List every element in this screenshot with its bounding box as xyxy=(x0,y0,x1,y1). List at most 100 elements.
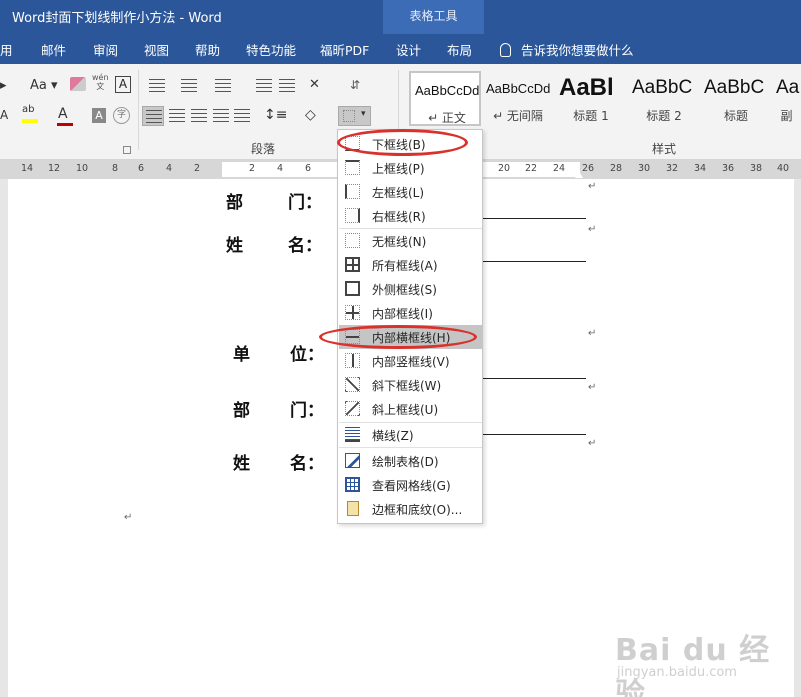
tab-foxit-pdf[interactable]: 福昕PDF xyxy=(320,40,369,59)
highlight-color-swatch xyxy=(22,119,38,123)
sort-icon[interactable]: ⇵ xyxy=(350,78,368,94)
tab-mailings[interactable]: 邮件 xyxy=(41,40,66,59)
menu-item-label: 外侧框线(S) xyxy=(372,283,437,297)
style-heading-1[interactable]: AaBl 标题 1 xyxy=(555,71,627,126)
multilevel-list-icon[interactable] xyxy=(212,78,231,94)
ruler-number: 28 xyxy=(610,163,623,174)
phonetic-guide-icon[interactable]: wén 文 xyxy=(92,73,109,91)
view-gridlines-icon xyxy=(345,477,360,492)
right-border-icon xyxy=(345,208,360,223)
paragraph-mark: ↵ xyxy=(588,328,597,339)
ruler-number: 12 xyxy=(48,163,61,174)
ruler-number: 6 xyxy=(305,163,312,174)
font-size-arrow[interactable]: ▸ xyxy=(0,78,7,93)
tab-help[interactable]: 帮助 xyxy=(195,40,220,59)
tell-me-box[interactable]: 告诉我你想要做什么 xyxy=(500,40,634,59)
style-normal[interactable]: AaBbCcDd ↵ 正文 xyxy=(409,71,481,126)
font-color-icon[interactable]: A xyxy=(58,106,68,122)
distributed-icon[interactable] xyxy=(233,109,251,125)
tab-references[interactable]: 用 xyxy=(0,40,13,59)
ruler-number: 4 xyxy=(166,163,173,174)
change-case-button[interactable]: Aa ▾ xyxy=(30,78,58,93)
inside-borders-icon xyxy=(345,305,360,320)
tab-view[interactable]: 视图 xyxy=(144,40,169,59)
menu-item-label: 查看网格线(G) xyxy=(372,479,451,493)
font-dialog-launcher-icon[interactable] xyxy=(123,146,131,154)
ruler-number: 32 xyxy=(666,163,679,174)
align-right-icon[interactable] xyxy=(190,109,208,125)
ruler-number: 8 xyxy=(112,163,119,174)
ruler-number: 26 xyxy=(582,163,595,174)
group-separator xyxy=(138,70,139,150)
style-sample: AaBl xyxy=(559,74,614,101)
tell-me-text: 告诉我你想要做什么 xyxy=(521,43,634,58)
top-border-icon xyxy=(345,160,360,175)
chinese-layout-icon[interactable]: ✕ xyxy=(309,77,327,93)
character-border-icon[interactable]: A xyxy=(115,76,131,93)
shading-icon[interactable]: ◇ xyxy=(305,107,323,123)
align-left-button[interactable] xyxy=(142,106,164,126)
numbering-icon[interactable] xyxy=(178,78,197,94)
decrease-indent-icon[interactable] xyxy=(254,78,272,94)
ruler-number: 2 xyxy=(249,163,256,174)
style-heading-2[interactable]: AaBbC 标题 2 xyxy=(628,71,700,126)
field-label-char: 位： xyxy=(290,345,324,365)
ruler-number: 40 xyxy=(777,163,790,174)
paragraph-mark: ↵ xyxy=(588,382,597,393)
text-effects-icon[interactable]: A xyxy=(0,108,8,122)
align-center-icon[interactable] xyxy=(168,109,186,125)
increase-indent-icon[interactable] xyxy=(277,78,295,94)
menu-item-label: 无框线(N) xyxy=(372,235,427,249)
menu-item-label: 横线(Z) xyxy=(372,429,414,443)
ruler-number: 36 xyxy=(722,163,735,174)
style-title[interactable]: AaBbC 标题 xyxy=(700,71,772,126)
enclose-characters-icon[interactable]: 字 xyxy=(113,107,130,124)
annotation-ellipse-bottom-border xyxy=(337,129,468,156)
menu-item-right-border[interactable]: 右框线(R) xyxy=(339,204,482,228)
tab-layout[interactable]: 布局 xyxy=(447,40,472,59)
tab-design[interactable]: 设计 xyxy=(396,40,421,59)
right-indent-marker[interactable] xyxy=(575,171,583,178)
tab-special-features[interactable]: 特色功能 xyxy=(246,40,296,59)
menu-item-all-borders[interactable]: 所有框线(A) xyxy=(339,253,482,277)
menu-item-diagonal-up-border[interactable]: 斜上框线(U) xyxy=(339,397,482,421)
menu-item-label: 上框线(P) xyxy=(372,162,425,176)
style-no-spacing[interactable]: AaBbCcDd ↵ 无间隔 xyxy=(482,71,554,126)
style-sample: AaBbC xyxy=(632,77,693,98)
field-label-char: 门： xyxy=(288,193,322,213)
menu-item-inside-vertical-border[interactable]: 内部竖框线(V) xyxy=(339,349,482,373)
justify-icon[interactable] xyxy=(212,109,230,125)
menu-item-no-border[interactable]: 无框线(N) xyxy=(339,229,482,253)
field-label-char: 部 xyxy=(226,193,243,213)
clear-formatting-icon[interactable] xyxy=(70,77,86,91)
menu-item-label: 绘制表格(D) xyxy=(372,455,439,469)
highlight-color-icon[interactable]: ab xyxy=(22,104,40,118)
style-sample: AaBbC xyxy=(704,77,765,98)
line-spacing-icon[interactable]: ↕≡ xyxy=(264,107,287,123)
menu-item-horizontal-line[interactable]: 横线(Z) xyxy=(339,423,482,447)
draw-table-icon xyxy=(345,453,360,468)
underline-field xyxy=(482,434,586,435)
field-label-char: 姓 xyxy=(226,236,243,256)
menu-item-view-gridlines[interactable]: 查看网格线(G) xyxy=(339,473,482,497)
tab-review[interactable]: 审阅 xyxy=(93,40,118,59)
menu-item-inside-borders[interactable]: 内部框线(I) xyxy=(339,301,482,325)
menu-item-draw-table[interactable]: 绘制表格(D) xyxy=(339,449,482,473)
all-borders-icon xyxy=(345,257,360,272)
ruler-number: 10 xyxy=(76,163,89,174)
ruler-number: 34 xyxy=(694,163,707,174)
menu-item-left-border[interactable]: 左框线(L) xyxy=(339,180,482,204)
change-case-label: Aa xyxy=(30,78,47,93)
menu-item-top-border[interactable]: 上框线(P) xyxy=(339,156,482,180)
bullets-icon[interactable] xyxy=(146,78,165,94)
annotation-ellipse-inside-horizontal xyxy=(319,325,477,349)
underline-field xyxy=(482,261,586,262)
menu-item-outside-borders[interactable]: 外侧框线(S) xyxy=(339,277,482,301)
menu-item-diagonal-down-border[interactable]: 斜下框线(W) xyxy=(339,373,482,397)
style-name: 副 xyxy=(780,109,793,123)
borders-button[interactable]: ▾ xyxy=(338,106,371,126)
character-shading-icon[interactable]: A xyxy=(92,108,106,123)
baidu-jingyan-watermark: Bai du 经验 jingyan.baidu.com xyxy=(615,625,801,697)
menu-item-borders-and-shading[interactable]: 边框和底纹(O)... xyxy=(339,497,482,521)
style-subtitle[interactable]: Aa 副 xyxy=(772,71,801,126)
